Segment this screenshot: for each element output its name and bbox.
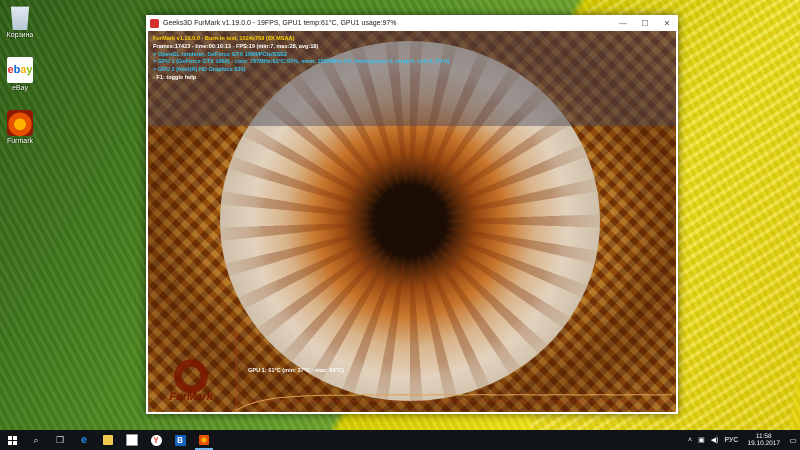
minimize-button[interactable]: —	[612, 15, 634, 31]
hud-renderer-line: > OpenGL renderer: GeForce GTX 1060/PCIe…	[153, 51, 288, 58]
taskbar-bandicam[interactable]: B	[168, 430, 192, 450]
desktop-icon-label: eBay	[12, 85, 28, 92]
taskbar-store[interactable]	[120, 430, 144, 450]
hud-frames-line: Frames:17423 - time:00:16:13 - FPS:19 (m…	[153, 43, 319, 50]
desktop-icon-label: Корзина	[6, 32, 34, 39]
edge-icon: e	[80, 434, 88, 446]
furmark-logo: FurMark	[156, 349, 226, 409]
search-button[interactable]: ⌕	[24, 430, 48, 450]
show-hidden-icons-chevron-icon[interactable]: ˄	[688, 437, 692, 444]
search-icon: ⌕	[33, 434, 39, 445]
task-view-icon: ❐	[55, 434, 65, 445]
hud-gpu1-line: > GPU 1 (GeForce GTX 1060) - core: 797MH…	[153, 59, 450, 66]
taskbar-file-explorer[interactable]	[96, 430, 120, 450]
recycle-bin-icon	[10, 6, 30, 30]
clock-date: 19.10.2017	[747, 440, 780, 447]
furmark-flame-icon	[174, 349, 208, 393]
furmark-logo-text: FurMark	[169, 391, 213, 403]
language-indicator[interactable]: РУС	[724, 437, 738, 444]
hud-title-line: FurMark v1.19.0.0 - Burn-in test, 1024x7…	[153, 36, 295, 42]
file-explorer-icon	[103, 435, 113, 445]
store-icon	[126, 434, 138, 446]
maximize-button[interactable]: ☐	[634, 15, 656, 31]
clock[interactable]: 11:58 19.10.2017	[747, 433, 780, 447]
taskbar: ⌕ ❐ e Y B ˄ ▣ ◀) РУС 11:58 19.10.2017 ▭	[0, 430, 800, 450]
taskbar-furmark[interactable]	[192, 430, 216, 450]
temperature-curve	[236, 394, 672, 411]
desktop-icon-ebay[interactable]: ebay eBay	[0, 57, 40, 92]
action-center-icon[interactable]: ▭	[786, 430, 800, 450]
system-tray: ˄ ▣ ◀) РУС 11:58 19.10.2017 ▭	[685, 430, 800, 450]
render-viewport[interactable]: FurMark v1.19.0.0 - Burn-in test, 1024x7…	[148, 31, 676, 412]
desktop-icon-label: Furmark	[6, 138, 34, 145]
task-view-button[interactable]: ❐	[48, 430, 72, 450]
hud-text: FurMark v1.19.0.0 - Burn-in test, 1024x7…	[153, 36, 450, 83]
desktop-icon-furmark[interactable]: Furmark	[0, 110, 40, 145]
furmark-app-icon	[150, 18, 159, 28]
window-titlebar[interactable]: Geeks3D FurMark v1.19.0.0 - 19FPS, GPU1 …	[146, 15, 678, 31]
window-title: Geeks3D FurMark v1.19.0.0 - 19FPS, GPU1 …	[163, 19, 397, 27]
taskbar-edge[interactable]: e	[72, 430, 96, 450]
temperature-graph: GPU 1: 61°C (min: 37°C - max: 64°C)	[236, 331, 672, 412]
desktop-icon-recycle-bin[interactable]: Корзина	[0, 4, 40, 39]
close-button[interactable]: ✕	[656, 15, 678, 31]
start-button[interactable]	[0, 430, 24, 450]
taskbar-yandex-browser[interactable]: Y	[144, 430, 168, 450]
yandex-browser-icon: Y	[150, 434, 162, 446]
furmark-taskbar-icon	[199, 435, 209, 445]
volume-icon[interactable]: ◀)	[711, 436, 719, 444]
hud-help-line: - F1: toggle help	[153, 74, 197, 81]
network-icon[interactable]: ▣	[698, 436, 705, 444]
furmark-window[interactable]: Geeks3D FurMark v1.19.0.0 - 19FPS, GPU1 …	[146, 15, 678, 414]
bandicam-icon: B	[174, 434, 186, 446]
hud-gpu2-line: > GPU 2 (Intel(R) HD Graphics 630)	[153, 67, 246, 74]
temperature-graph-label: GPU 1: 61°C (min: 37°C - max: 64°C)	[248, 368, 344, 374]
furmark-icon	[7, 110, 33, 136]
clock-time: 11:58	[755, 433, 772, 440]
windows-logo-icon	[7, 435, 17, 445]
ebay-icon: ebay	[7, 57, 33, 83]
